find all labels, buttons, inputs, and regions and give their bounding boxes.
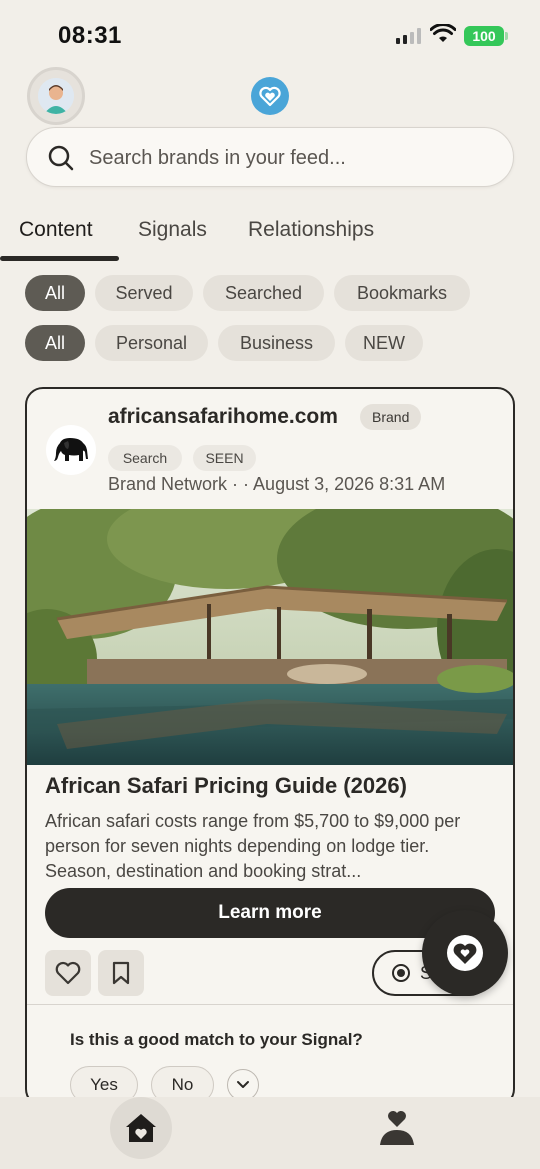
- content-card: africansafarihome.com Brand Search SEEN …: [25, 387, 515, 1107]
- filter-personal[interactable]: Personal: [95, 325, 208, 361]
- filter-all-source[interactable]: All: [25, 275, 85, 311]
- profile-heart-icon: [380, 1111, 414, 1145]
- target-icon: [392, 964, 410, 982]
- tab-signals[interactable]: Signals: [138, 218, 207, 242]
- heart-logo-icon: [447, 935, 483, 971]
- filter-all-type[interactable]: All: [25, 325, 85, 361]
- search-bar[interactable]: [26, 127, 514, 187]
- chevron-down-icon: [237, 1081, 249, 1088]
- bookmark-icon: [112, 961, 130, 985]
- seen-tag: SEEN: [193, 445, 256, 471]
- filter-served[interactable]: Served: [95, 275, 193, 311]
- heart-icon: [55, 961, 81, 985]
- post-description: African safari costs range from $5,700 t…: [45, 811, 461, 881]
- filter-bookmarks[interactable]: Bookmarks: [334, 275, 470, 311]
- signal-fab[interactable]: [422, 910, 508, 996]
- avatar-image: [38, 78, 74, 114]
- divider: [27, 1004, 513, 1005]
- filter-new[interactable]: NEW: [345, 325, 423, 361]
- tab-bar: Content Signals Relationships: [0, 210, 540, 264]
- post-title[interactable]: African Safari Pricing Guide (2026): [45, 773, 407, 799]
- match-question: Is this a good match to your Signal?: [70, 1030, 363, 1049]
- hero-image[interactable]: [27, 509, 513, 765]
- home-icon: [126, 1114, 156, 1142]
- search-icon: [48, 145, 74, 171]
- search-tag: Search: [108, 445, 182, 471]
- search-input[interactable]: [89, 142, 489, 174]
- brand-name[interactable]: africansafarihome.com: [108, 405, 338, 429]
- battery-tip: [505, 32, 508, 40]
- tab-content[interactable]: Content: [19, 218, 93, 242]
- bookmark-button[interactable]: [98, 950, 144, 996]
- filter-business[interactable]: Business: [218, 325, 335, 361]
- status-bar: 08:31 100: [0, 0, 540, 70]
- avatar[interactable]: [27, 67, 85, 125]
- bottom-navigation: [0, 1097, 540, 1169]
- brand-logo-elephant-icon[interactable]: [46, 425, 96, 475]
- nav-profile[interactable]: [372, 1103, 422, 1153]
- filter-searched[interactable]: Searched: [203, 275, 324, 311]
- wifi-icon: [430, 24, 456, 42]
- brand-badge: Brand: [360, 404, 422, 430]
- card-meta: Brand Network · · August 3, 2026 8:31 AM: [108, 474, 446, 494]
- like-button[interactable]: [45, 950, 91, 996]
- active-tab-indicator: [0, 256, 119, 261]
- cellular-signal-icon: [396, 28, 422, 44]
- tab-relationships[interactable]: Relationships: [248, 218, 374, 242]
- battery-icon: 100: [464, 26, 504, 46]
- nav-home[interactable]: [110, 1097, 172, 1159]
- app-logo-icon: [251, 77, 289, 115]
- status-time: 08:31: [58, 22, 122, 49]
